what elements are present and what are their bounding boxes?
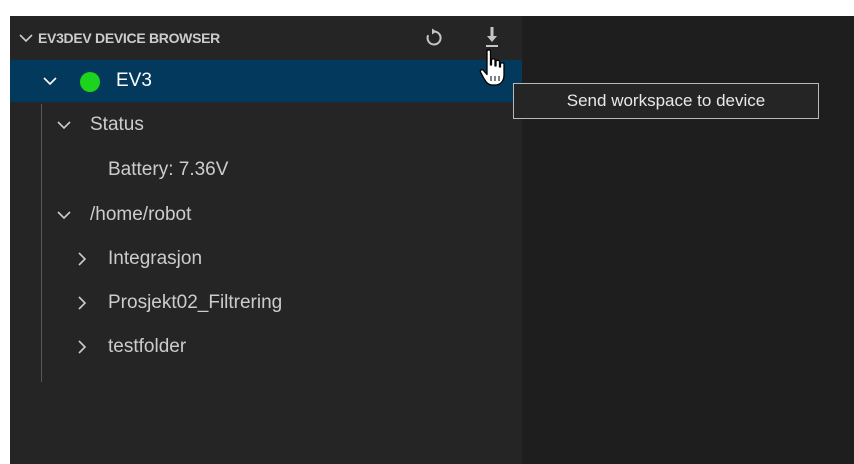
refresh-icon — [426, 28, 442, 46]
tree-item-folder[interactable]: Integrasjon — [10, 238, 522, 280]
chevron-down-icon — [19, 34, 33, 43]
folder-item-label: testfolder — [108, 336, 187, 357]
tree-item-status[interactable]: Status — [10, 104, 522, 146]
connection-status-dot — [80, 72, 100, 92]
chevron-down-icon — [43, 77, 57, 86]
refresh-button[interactable] — [420, 24, 448, 52]
hand-pointer-icon — [479, 49, 505, 86]
folder-label: /home/robot — [90, 204, 192, 225]
device-label: EV3 — [116, 70, 152, 91]
chevron-down-icon — [57, 211, 71, 220]
chevron-right-icon — [78, 296, 87, 310]
status-label: Status — [90, 114, 144, 135]
chevron-right-icon — [78, 340, 87, 354]
tree-item-device-ev3[interactable]: EV3 — [10, 60, 522, 102]
tree-item-folder[interactable]: testfolder — [10, 326, 522, 368]
tree-item-battery[interactable]: Battery: 7.36V — [10, 149, 522, 191]
tree-item-folder[interactable]: Prosjekt02_Filtrering — [10, 282, 522, 324]
screenshot-canvas: EV3DEV DEVICE BROWSER EV3 Status Battery… — [0, 0, 854, 464]
view-title: EV3DEV DEVICE BROWSER — [38, 30, 220, 46]
folder-item-label: Prosjekt02_Filtrering — [108, 292, 283, 313]
device-browser-view: EV3DEV DEVICE BROWSER EV3 Status Battery… — [10, 16, 522, 464]
battery-label: Battery: 7.36V — [108, 159, 229, 180]
chevron-right-icon — [78, 252, 87, 266]
folder-item-label: Integrasjon — [108, 248, 203, 269]
view-header[interactable]: EV3DEV DEVICE BROWSER — [10, 16, 522, 60]
tree-item-home-robot[interactable]: /home/robot — [10, 194, 522, 236]
send-workspace-tooltip: Send workspace to device — [513, 83, 819, 119]
chevron-down-icon — [57, 121, 71, 130]
